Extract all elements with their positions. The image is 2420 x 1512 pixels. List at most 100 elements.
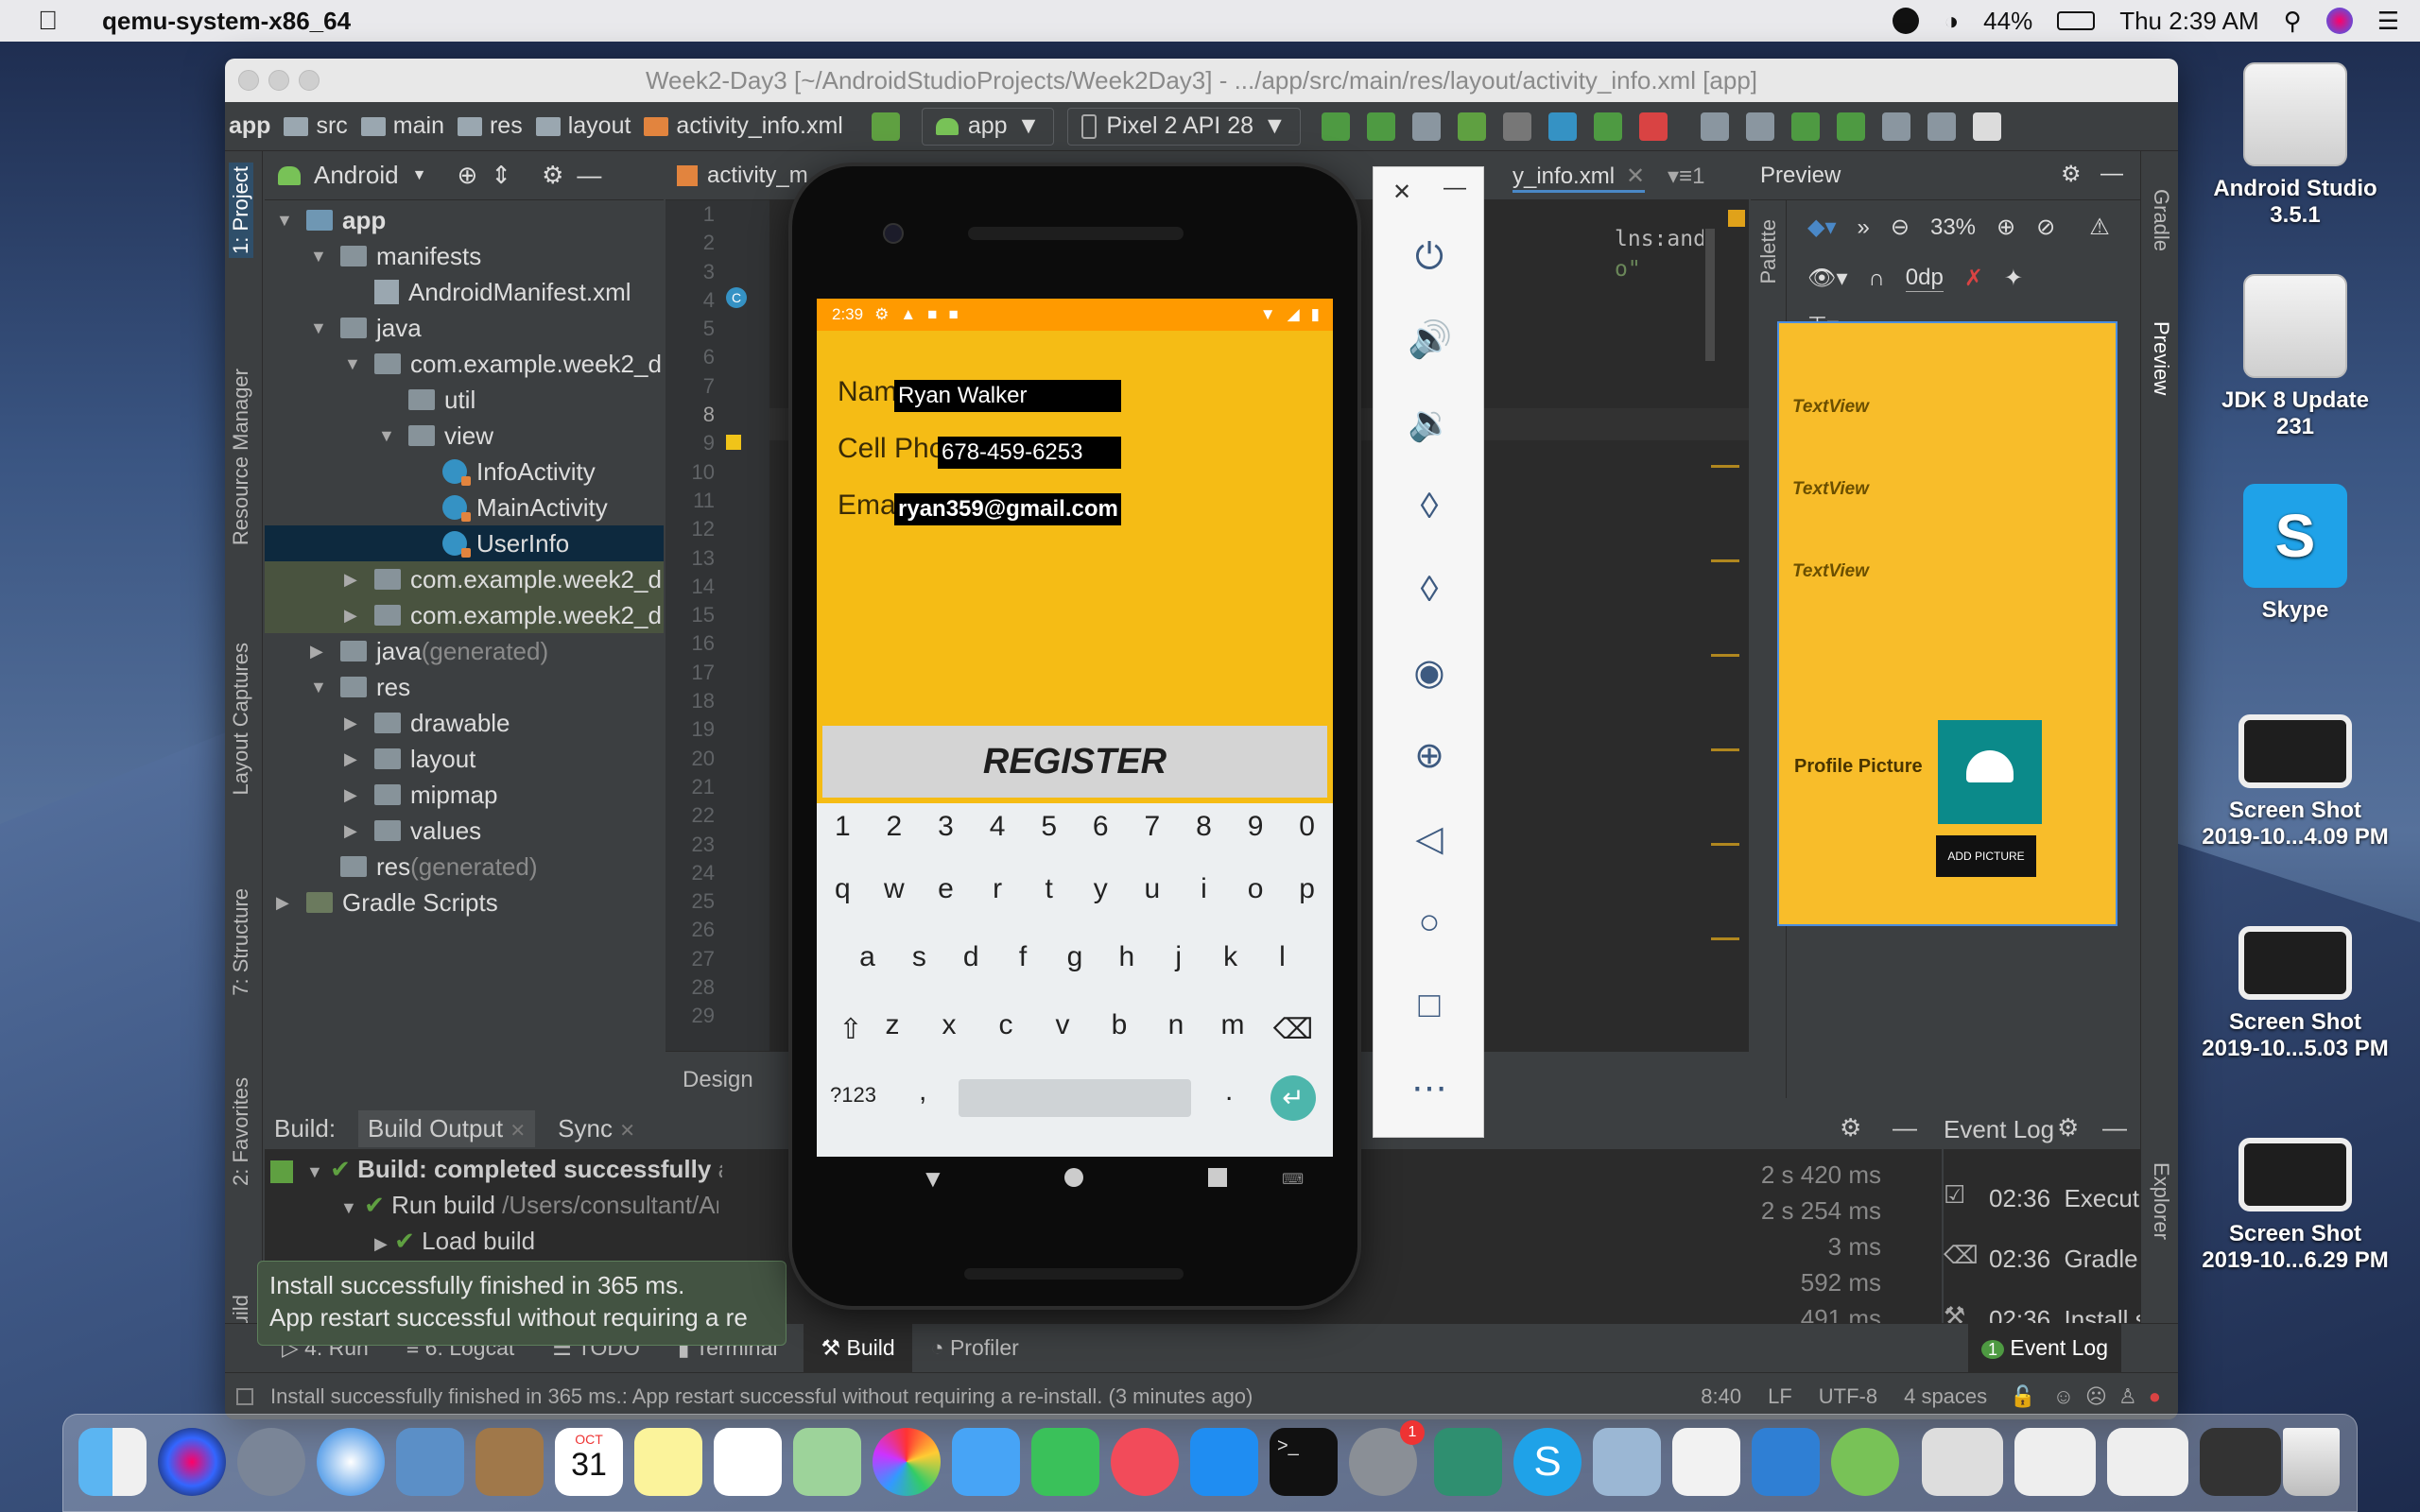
keyboard-switch-icon[interactable]: ⌨ bbox=[1282, 1170, 1304, 1189]
inspection-status-icon[interactable] bbox=[1728, 210, 1745, 227]
toggle-tool-windows-icon[interactable] bbox=[236, 1387, 253, 1405]
desktop-icon-skype[interactable]: S Skype bbox=[2201, 484, 2390, 624]
line-number[interactable]: 18 bbox=[666, 687, 715, 715]
key[interactable]: d bbox=[947, 941, 994, 973]
desktop-icon-screenshot-2[interactable]: Screen Shot 2019-10...5.03 PM bbox=[2201, 926, 2390, 1062]
key[interactable]: 6 bbox=[1077, 811, 1124, 843]
enter-key-icon[interactable]: ↵ bbox=[1270, 1075, 1316, 1121]
desktop-icon-screenshot-3[interactable]: Screen Shot 2019-10...6.29 PM bbox=[2201, 1138, 2390, 1274]
key[interactable]: 1 bbox=[819, 811, 866, 843]
attach-debugger-icon[interactable] bbox=[1547, 112, 1577, 141]
power-icon[interactable]: ⏻ bbox=[1408, 235, 1451, 279]
hector-icon[interactable]: ♙ bbox=[2118, 1384, 2137, 1409]
comma-key[interactable]: , bbox=[919, 1075, 926, 1108]
xcode-icon[interactable] bbox=[1752, 1428, 1820, 1496]
chevron-down-icon[interactable]: ▼ bbox=[310, 318, 329, 338]
key[interactable]: o bbox=[1232, 873, 1279, 905]
key[interactable]: y bbox=[1077, 873, 1124, 905]
key[interactable]: 2 bbox=[871, 811, 918, 843]
line-number[interactable]: 10 bbox=[666, 458, 715, 487]
preview-textview[interactable]: TextView bbox=[1792, 397, 1869, 418]
event-log-entry[interactable]: 02:36 Executi bbox=[1989, 1168, 2140, 1228]
desktop-icon-jdk[interactable]: JDK 8 Update 231 bbox=[2201, 274, 2390, 440]
breadcrumb-main[interactable]: main bbox=[360, 112, 444, 140]
line-number[interactable]: 27 bbox=[666, 945, 715, 973]
event-error-icon[interactable]: ● bbox=[2149, 1384, 2161, 1409]
line-number[interactable]: 25 bbox=[666, 887, 715, 916]
key[interactable]: l bbox=[1258, 941, 1305, 973]
key[interactable]: w bbox=[871, 873, 918, 905]
chevron-down-icon[interactable]: ▼ bbox=[344, 354, 363, 374]
line-number[interactable]: 4 bbox=[666, 286, 715, 315]
wifi-icon[interactable]: ◑ bbox=[1944, 7, 1959, 36]
photos-icon[interactable] bbox=[873, 1428, 941, 1496]
line-number[interactable]: 5 bbox=[666, 315, 715, 343]
launchpad-icon[interactable] bbox=[237, 1428, 305, 1496]
rebuild-icon[interactable] bbox=[270, 1160, 293, 1183]
tab-design[interactable]: Design bbox=[683, 1067, 753, 1093]
error-stripe-marker[interactable] bbox=[1711, 748, 1739, 751]
line-number[interactable]: 22 bbox=[666, 801, 715, 830]
line-number[interactable]: 3 bbox=[666, 258, 715, 286]
chevron-down-icon[interactable]: ▼ bbox=[310, 247, 329, 266]
make-project-icon[interactable] bbox=[871, 112, 900, 141]
home-icon[interactable]: ○ bbox=[1408, 901, 1451, 944]
symbols-key[interactable]: ?123 bbox=[830, 1083, 876, 1108]
coverage-icon[interactable] bbox=[1411, 112, 1441, 141]
close-tab-icon[interactable]: ✕ bbox=[510, 1121, 526, 1142]
hide-panel-icon[interactable]: — bbox=[577, 161, 601, 190]
tab-structure[interactable]: 7: Structure bbox=[229, 888, 253, 996]
nav-recents-icon[interactable] bbox=[1208, 1168, 1227, 1187]
email-input[interactable]: ryan359@gmail.com bbox=[894, 493, 1121, 525]
breadcrumb-res[interactable]: res bbox=[457, 112, 523, 140]
zoom-in-icon[interactable]: ⊕ bbox=[1996, 214, 2015, 241]
color-gutter-icon[interactable] bbox=[726, 435, 741, 450]
avd-manager-icon[interactable] bbox=[1790, 112, 1820, 141]
line-number[interactable]: 29 bbox=[666, 1002, 715, 1030]
recent-document-icon[interactable] bbox=[2014, 1428, 2096, 1496]
tab-build-output[interactable]: Build Output ✕ bbox=[358, 1109, 536, 1147]
rotate-right-icon[interactable]: ◊ bbox=[1408, 568, 1451, 611]
line-number[interactable]: 12 bbox=[666, 515, 715, 543]
tab-activity-info[interactable]: y_info.xml ✕ bbox=[1512, 163, 1646, 193]
preview-profile-label[interactable]: Profile Picture bbox=[1794, 756, 1923, 778]
news-icon[interactable] bbox=[1111, 1428, 1179, 1496]
key[interactable]: a bbox=[843, 941, 890, 973]
key[interactable]: c bbox=[982, 1009, 1029, 1041]
user-icon[interactable] bbox=[1972, 112, 2001, 141]
system-preferences-icon[interactable]: 1 bbox=[1349, 1420, 1425, 1496]
project-tree-item[interactable]: ▼ view bbox=[265, 418, 664, 454]
key[interactable]: 0 bbox=[1284, 811, 1331, 843]
chevron-right-icon[interactable]: ▶ bbox=[344, 606, 363, 626]
minimize-emulator-icon[interactable]: — bbox=[1443, 175, 1466, 201]
key[interactable]: p bbox=[1284, 873, 1331, 905]
line-number[interactable]: 8 bbox=[666, 401, 715, 429]
tab-resource-manager[interactable]: Resource Manager bbox=[229, 369, 253, 545]
recent-document-icon[interactable] bbox=[2107, 1428, 2188, 1496]
close-emulator-icon[interactable]: ✕ bbox=[1392, 179, 1411, 206]
terminal-icon[interactable]: >_ bbox=[1270, 1428, 1338, 1496]
mark-read-icon[interactable]: ☑ bbox=[1944, 1164, 1979, 1225]
tab-activity-main[interactable]: activity_m bbox=[677, 163, 808, 189]
key[interactable]: i bbox=[1180, 873, 1227, 905]
editor-scrollbar[interactable] bbox=[1705, 229, 1715, 361]
line-number[interactable]: 16 bbox=[666, 629, 715, 658]
line-number[interactable]: 28 bbox=[666, 973, 715, 1002]
siri-icon[interactable] bbox=[2325, 8, 2353, 34]
project-tree-item[interactable]: MainActivity bbox=[265, 490, 664, 525]
notes-icon[interactable] bbox=[634, 1428, 702, 1496]
error-stripe-marker[interactable] bbox=[1711, 559, 1739, 562]
project-tree-item[interactable]: ▼ res bbox=[265, 669, 664, 705]
camera-icon[interactable]: ◉ bbox=[1408, 651, 1451, 695]
line-number[interactable]: 20 bbox=[666, 745, 715, 773]
line-number[interactable]: 9 bbox=[666, 429, 715, 457]
line-number[interactable]: 11 bbox=[666, 487, 715, 515]
chevron-down-icon[interactable]: ▼ bbox=[378, 426, 397, 446]
infer-constraints-icon[interactable]: ✦ bbox=[2004, 265, 2023, 292]
tab-sync[interactable]: Sync ✕ bbox=[558, 1114, 635, 1143]
breadcrumb-src[interactable]: src bbox=[284, 112, 348, 140]
chevron-right-icon[interactable]: ▶ bbox=[310, 642, 329, 662]
preview-app-icon[interactable] bbox=[1593, 1428, 1661, 1496]
chevron-right-icon[interactable]: ▶ bbox=[344, 821, 363, 841]
device-screen[interactable]: 2:39 ⚙ ▲ ■ ■ ▼ ◢ ▮ Name: Ryan Walker Cel… bbox=[817, 299, 1333, 1157]
